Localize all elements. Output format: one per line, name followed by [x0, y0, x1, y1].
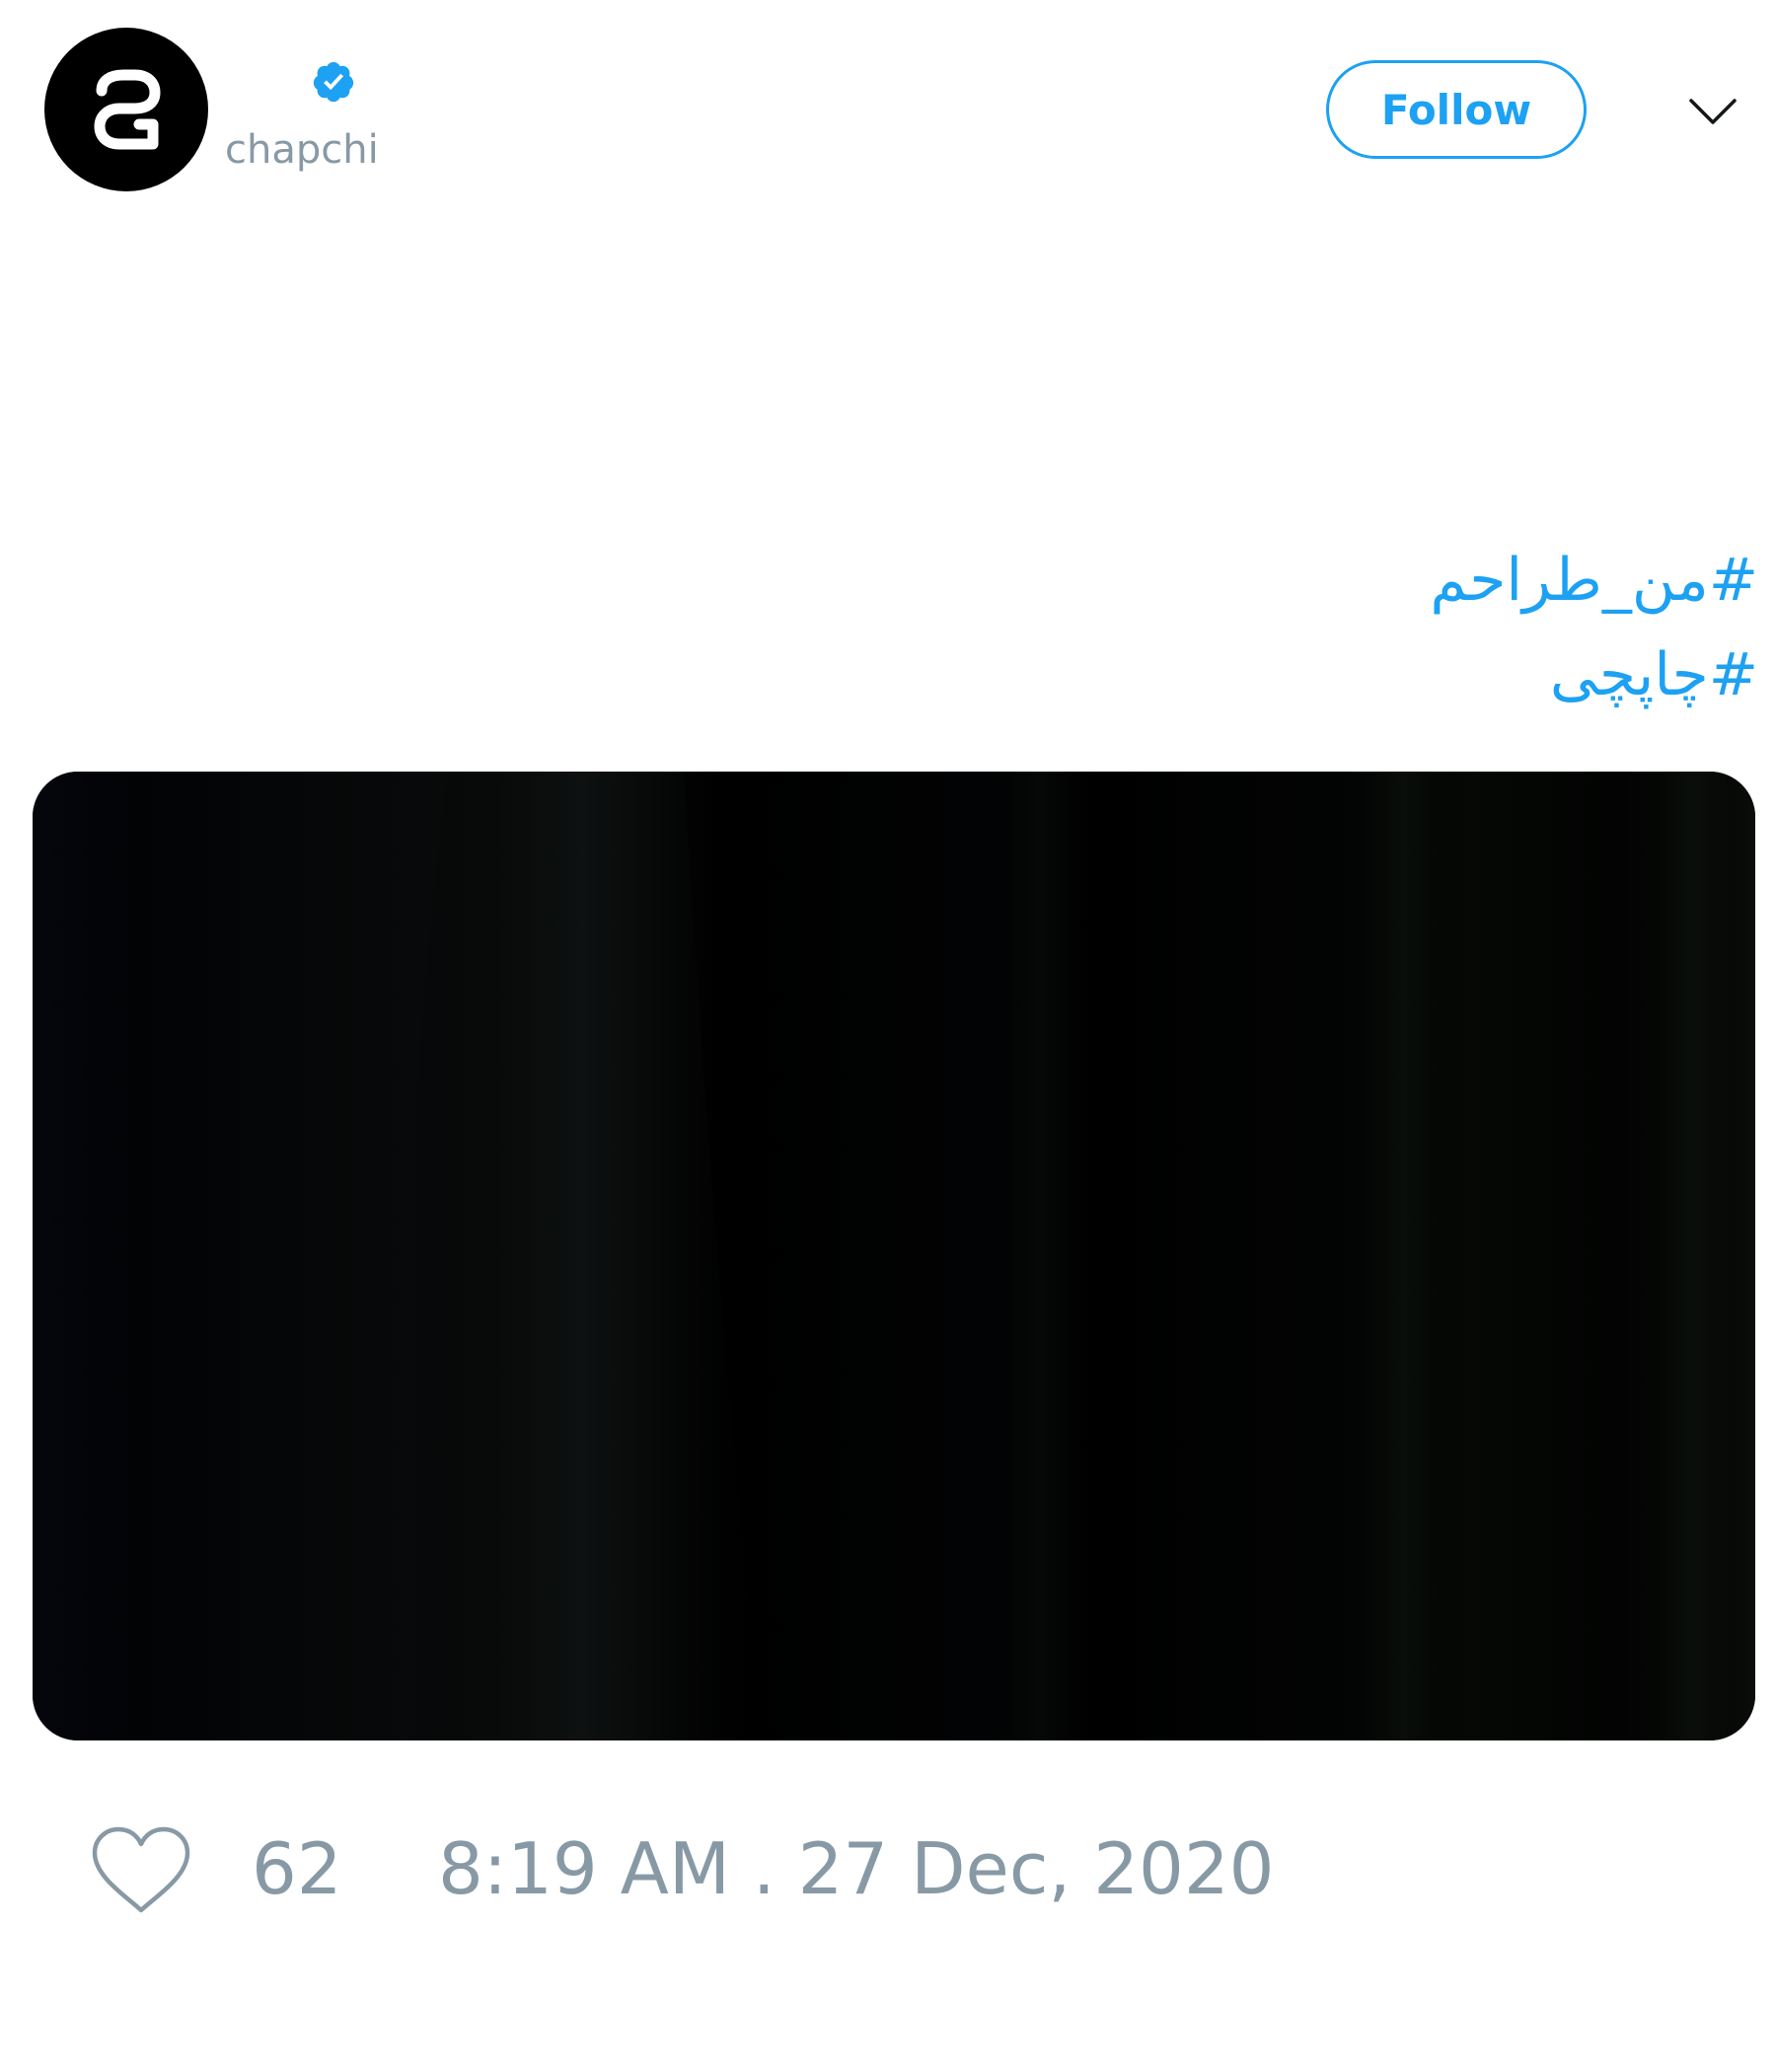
hashtag-link[interactable]: #چاپچی	[574, 628, 1758, 722]
tweet-timestamp[interactable]: 8:19 AM . 27 Dec, 2020	[438, 1826, 1274, 1911]
verified-badge-icon	[313, 61, 354, 103]
author-handle[interactable]: chapchi	[225, 126, 379, 174]
hashtag-link[interactable]: #من_طراحم	[574, 533, 1758, 628]
tweet-text: #من_طراحم #چاپچی	[574, 533, 1758, 722]
chapchi-logo-icon	[94, 69, 161, 150]
chevron-down-icon[interactable]	[1685, 87, 1740, 136]
avatar[interactable]	[44, 28, 208, 191]
media-thumbnail[interactable]	[33, 772, 1755, 1740]
tweet-card: chapchi Follow #من_طراحم #چاپچی 62 8:19 …	[0, 0, 1776, 2072]
media-image	[33, 772, 1755, 1740]
like-count: 62	[252, 1827, 342, 1910]
follow-button[interactable]: Follow	[1326, 60, 1587, 159]
heart-icon[interactable]	[87, 1823, 195, 1918]
